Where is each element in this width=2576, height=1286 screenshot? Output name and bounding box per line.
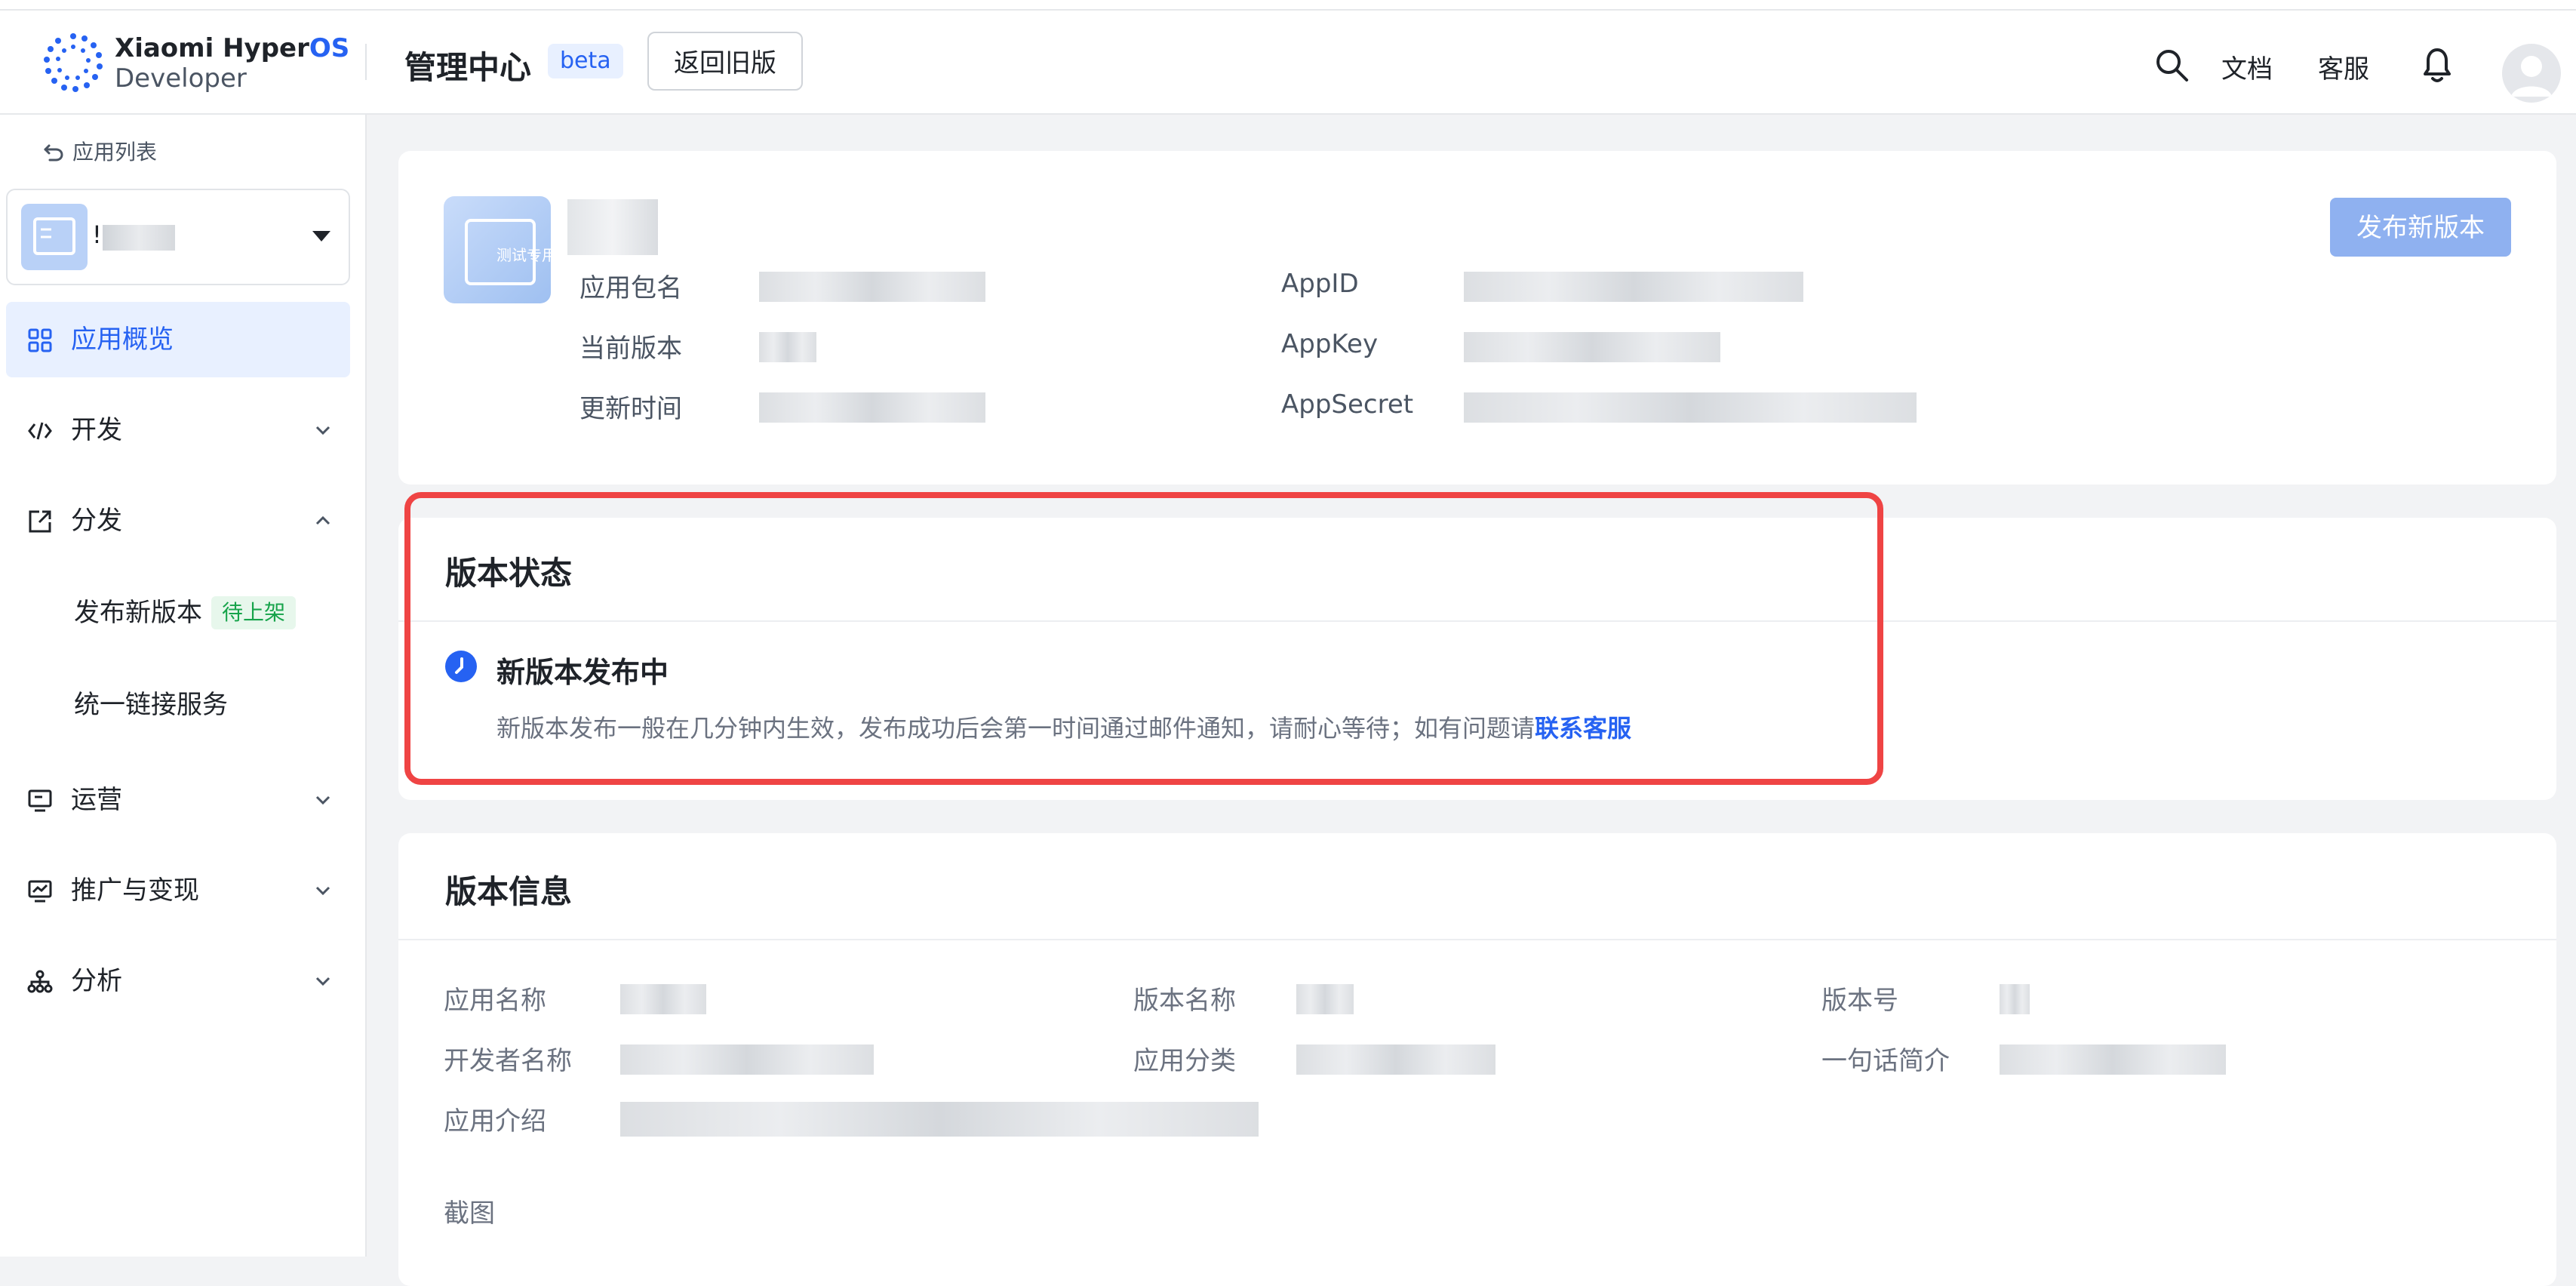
old-version-button[interactable]: 返回旧版: [647, 32, 803, 91]
caret-down-icon: [312, 231, 330, 242]
clock-icon: [445, 651, 477, 682]
app-icon-small: [21, 204, 88, 270]
category-value-blurred: [1296, 1044, 1495, 1075]
publish-new-version-button[interactable]: 发布新版本: [2330, 198, 2511, 257]
app-info-card: 测试专用 应用包名 当前版本 更新时间 AppID AppKey AppSecr…: [398, 151, 2556, 485]
hierarchy-icon: [27, 970, 53, 993]
header-divider: [365, 44, 367, 80]
contact-service-link[interactable]: 联系客服: [1535, 714, 1631, 743]
nav-promotion[interactable]: 推广与变现: [6, 853, 350, 928]
appkey-label: AppKey: [1281, 329, 1379, 359]
bell-icon[interactable]: [2419, 44, 2455, 86]
beta-badge: beta: [548, 44, 623, 78]
description-label: 应用介绍: [444, 1106, 546, 1137]
version-value-blurred: [759, 332, 816, 362]
version-info-title: 版本信息: [445, 873, 573, 910]
service-link[interactable]: 客服: [2318, 48, 2369, 85]
brand-subtitle: Developer: [115, 63, 247, 94]
avatar-icon[interactable]: [2502, 44, 2561, 103]
brand-name: Xiaomi HyperOS: [115, 33, 350, 63]
back-to-app-list[interactable]: 应用列表: [42, 136, 157, 166]
appid-label: AppID: [1281, 269, 1359, 299]
chevron-down-icon: [315, 795, 330, 805]
appid-value-blurred: [1464, 272, 1803, 302]
page-title: 管理中心: [404, 49, 532, 86]
pending-badge: 待上架: [211, 596, 297, 629]
category-label: 应用分类: [1133, 1046, 1236, 1076]
screenshots-label: 截图: [444, 1198, 495, 1229]
one-line-label: 一句话简介: [1821, 1046, 1950, 1076]
version-label: 当前版本: [579, 334, 682, 364]
chevron-down-icon: [315, 426, 330, 435]
status-description: 新版本发布一般在几分钟内生效，发布成功后会第一时间通过邮件通知，请耐心等待；如有…: [496, 714, 1632, 743]
section-divider: [398, 939, 2556, 940]
app-switcher[interactable]: !: [6, 189, 350, 285]
description-value-blurred: [620, 1102, 1259, 1137]
grid-icon: [28, 328, 52, 352]
back-arrow-icon: [44, 144, 63, 162]
chevron-down-icon: [315, 886, 330, 896]
nav-overview[interactable]: 应用概览: [6, 302, 350, 377]
nav-analysis[interactable]: 分析: [6, 943, 350, 1019]
nav-distribute[interactable]: 分发: [6, 483, 350, 558]
version-status-card: 版本状态 新版本发布中 新版本发布一般在几分钟内生效，发布成功后会第一时间通过邮…: [398, 518, 2556, 800]
nav-develop[interactable]: 开发: [6, 392, 350, 468]
app-icon-large: 测试专用: [444, 196, 557, 303]
version-code-value-blurred: [2000, 984, 2030, 1014]
sub-nav-publish-new[interactable]: 发布新版本 待上架: [74, 592, 297, 629]
package-value-blurred: [759, 272, 985, 302]
sub-nav-unified-link[interactable]: 统一链接服务: [74, 684, 228, 721]
version-info-card: 版本信息 应用名称 版本名称 版本号 开发者名称 应用分类 一句话简介 应用介绍…: [398, 833, 2556, 1286]
one-line-value-blurred: [2000, 1044, 2226, 1075]
top-header: Xiaomi HyperOS Developer 管理中心 beta 返回旧版 …: [0, 11, 2576, 115]
app-icon-label: 测试专用: [496, 246, 557, 264]
search-icon[interactable]: [2153, 47, 2190, 83]
app-name-blurred: [567, 199, 658, 255]
version-status-title: 版本状态: [445, 555, 573, 592]
hyperos-logo-icon: [44, 33, 103, 92]
monitor-icon: [28, 789, 52, 812]
status-state: 新版本发布中: [496, 656, 669, 689]
app-name-label: 应用名称: [444, 986, 546, 1016]
app-name-prefix: !: [92, 220, 102, 249]
sidebar: 应用列表 ! 应用概览 开发 分发 发布新版本 待上架 统一链接服务 运营 推广…: [0, 115, 367, 1257]
version-code-label: 版本号: [1821, 986, 1898, 1016]
chevron-up-icon: [315, 515, 330, 525]
section-divider: [398, 620, 2556, 622]
nav-operations[interactable]: 运营: [6, 762, 350, 838]
developer-value-blurred: [620, 1044, 874, 1075]
code-icon: [28, 422, 52, 440]
version-name-value-blurred: [1296, 984, 1354, 1014]
version-name-label: 版本名称: [1133, 986, 1236, 1016]
developer-label: 开发者名称: [444, 1046, 572, 1076]
app-name-value-blurred: [620, 984, 706, 1014]
app-name-blurred: [103, 225, 175, 251]
share-icon: [29, 510, 51, 533]
chart-monitor-icon: [28, 880, 52, 903]
top-edge: [0, 0, 2576, 11]
docs-link[interactable]: 文档: [2221, 48, 2273, 85]
appsecret-label: AppSecret: [1281, 389, 1414, 420]
updated-value-blurred: [759, 392, 985, 423]
updated-label: 更新时间: [579, 394, 682, 424]
appsecret-value-blurred: [1464, 392, 1917, 423]
package-label: 应用包名: [579, 273, 682, 303]
appkey-value-blurred: [1464, 332, 1720, 362]
chevron-down-icon: [315, 977, 330, 986]
